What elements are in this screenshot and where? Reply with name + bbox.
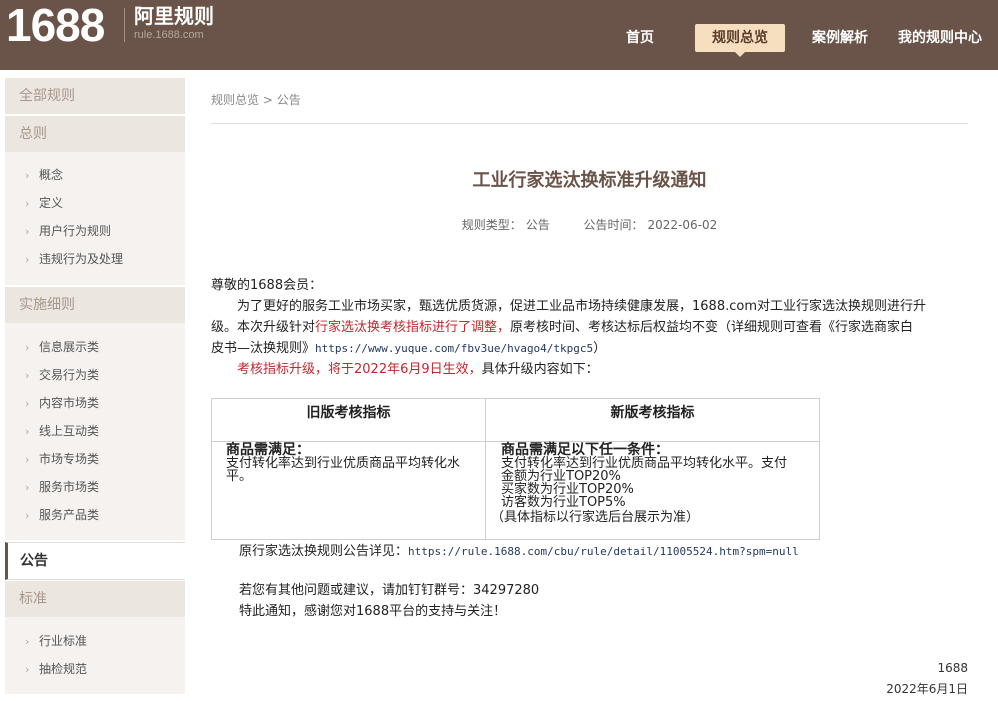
- sidebar-item-info-display[interactable]: › 信息展示类: [25, 337, 99, 357]
- chevron-right-icon: ›: [25, 481, 30, 494]
- sidebar-item-violations[interactable]: › 违规行为及处理: [25, 249, 123, 269]
- sidebar-general-list: › 概念 › 定义 › 用户行为规则 › 违规行为及处理: [5, 152, 185, 285]
- sidebar-item-service-product[interactable]: › 服务产品类: [25, 505, 99, 525]
- sidebar: 全部规则 总则 › 概念 › 定义 › 用户行为规则 › 违规行为及处理 实施细则 › 信…: [5, 78, 185, 701]
- contact-line: 若您有其他问题或建议，请加钉钉群号：34297280: [239, 583, 540, 598]
- rule-type-value: 公告: [525, 218, 550, 232]
- nav-my-rule-center[interactable]: 我的规则中心: [890, 24, 990, 52]
- announce-time-value: 2022-06-02: [647, 218, 718, 232]
- signature-org: 1688: [937, 661, 968, 675]
- sidebar-item-online-interaction[interactable]: › 线上互动类: [25, 421, 99, 441]
- highlight-text: 考核指标升级，将于2022年6月9日生效，: [237, 362, 482, 377]
- article-footer: 原行家选汰换规则公告详见：https://rule.1688.com/cbu/r…: [211, 541, 971, 622]
- divider: [211, 123, 968, 124]
- chevron-right-icon: ›: [25, 197, 30, 210]
- chevron-right-icon: ›: [25, 663, 30, 676]
- article-title: 工业行家选汰换标准升级通知: [472, 170, 707, 191]
- chevron-right-icon: ›: [25, 369, 30, 382]
- sidebar-item-market-special[interactable]: › 市场专场类: [25, 449, 99, 469]
- paragraph-line: 级。本次升级针对行家选汰换考核指标进行了调整，原考核时间、考核达标后权益均不变（…: [211, 320, 914, 335]
- sidebar-section-general[interactable]: 总则: [5, 116, 185, 152]
- original-rule-link[interactable]: https://rule.1688.com/cbu/rule/detail/11…: [408, 545, 799, 558]
- breadcrumb-root[interactable]: 规则总览: [211, 93, 259, 107]
- sidebar-section-standards[interactable]: 标准: [5, 581, 185, 617]
- nav-home[interactable]: 首页: [612, 24, 668, 52]
- nav-rules-overview[interactable]: 规则总览: [695, 24, 785, 57]
- sidebar-details-list: › 信息展示类 › 交易行为类 › 内容市场类 › 线上互动类 › 市场专场类 › 服务市场…: [5, 323, 185, 540]
- paragraph-line: 考核指标升级，将于2022年6月9日生效，具体升级内容如下：: [237, 362, 599, 377]
- nav-active-caret-icon: [735, 52, 745, 57]
- sidebar-item-concept[interactable]: › 概念: [25, 165, 63, 185]
- sidebar-standards-list: › 行业标准 › 抽检规范: [5, 617, 185, 694]
- article-meta: 规则类型： 公告 公告时间： 2022-06-02: [211, 217, 968, 233]
- table-cell-old: 商品需满足： 支付转化率达到行业优质商品平均转化水 平。: [226, 442, 461, 484]
- chevron-right-icon: ›: [25, 397, 30, 410]
- chevron-right-icon: ›: [25, 453, 30, 466]
- sidebar-item-user-behavior[interactable]: › 用户行为规则: [25, 221, 111, 241]
- chevron-right-icon: ›: [25, 169, 30, 182]
- breadcrumb-separator: >: [262, 93, 273, 107]
- sidebar-item-definition[interactable]: › 定义: [25, 193, 63, 213]
- article-body: 尊敬的1688会员： 为了更好的服务工业市场买家，甄选优质货源，促进工业品市场持…: [211, 275, 971, 380]
- criteria-table: 旧版考核指标 新版考核指标 商品需满足： 支付转化率达到行业优质商品平均转化水 …: [211, 398, 820, 540]
- whitepaper-link[interactable]: https://www.yuque.com/fbv3ue/hvago4/tkpg…: [315, 342, 593, 355]
- table-cell-new: 商品需满足以下任一条件： 支付转化率达到行业优质商品平均转化水平。支付 金额为行…: [491, 442, 788, 525]
- logo-divider: [124, 8, 125, 42]
- greeting: 尊敬的1688会员：: [211, 278, 323, 293]
- chevron-right-icon: ›: [25, 253, 30, 266]
- chevron-right-icon: ›: [25, 635, 30, 648]
- chevron-right-icon: ›: [25, 341, 30, 354]
- chevron-right-icon: ›: [25, 225, 30, 238]
- table-header-new: 新版考核指标: [610, 405, 695, 421]
- chevron-right-icon: ›: [25, 425, 30, 438]
- breadcrumb-current[interactable]: 公告: [277, 93, 301, 107]
- sidebar-item-inspection[interactable]: › 抽检规范: [25, 659, 87, 679]
- chevron-right-icon: ›: [25, 509, 30, 522]
- nav-rules-overview-label: 规则总览: [712, 30, 768, 46]
- sidebar-all-rules[interactable]: 全部规则: [5, 78, 185, 114]
- nav-case-analysis[interactable]: 案例解析: [803, 24, 877, 52]
- original-rule-line: 原行家选汰换规则公告详见：https://rule.1688.com/cbu/r…: [239, 544, 799, 559]
- table-header-old: 旧版考核指标: [306, 405, 391, 421]
- announce-time-label: 公告时间：: [583, 218, 644, 232]
- sidebar-section-details[interactable]: 实施细则: [5, 287, 185, 323]
- top-header: 1688 阿里规则 rule.1688.com 首页 规则总览 案例解析 我的规…: [0, 0, 998, 70]
- paragraph-line: 为了更好的服务工业市场买家，甄选优质货源，促进工业品市场持续健康发展，1688.…: [237, 299, 926, 314]
- sidebar-item-content-market[interactable]: › 内容市场类: [25, 393, 99, 413]
- thanks-line: 特此通知，感谢您对1688平台的支持与关注！: [239, 604, 507, 619]
- sidebar-item-trade-behavior[interactable]: › 交易行为类: [25, 365, 99, 385]
- site-url: rule.1688.com: [134, 29, 204, 41]
- site-title[interactable]: 阿里规则: [134, 4, 214, 28]
- rule-type-label: 规则类型：: [461, 218, 522, 232]
- logo-1688[interactable]: 1688: [6, 0, 105, 50]
- sidebar-item-service-market[interactable]: › 服务市场类: [25, 477, 99, 497]
- sidebar-item-industry-standard[interactable]: › 行业标准: [25, 631, 87, 651]
- signature-date: 2022年6月1日: [886, 682, 968, 696]
- highlight-text: 行家选汰换考核指标进行了调整，: [315, 320, 511, 335]
- paragraph-line: 皮书—汰换规则》https://www.yuque.com/fbv3ue/hva…: [211, 341, 607, 356]
- sidebar-item-announcement[interactable]: 公告: [5, 542, 185, 580]
- breadcrumb: 规则总览 > 公告: [211, 92, 301, 108]
